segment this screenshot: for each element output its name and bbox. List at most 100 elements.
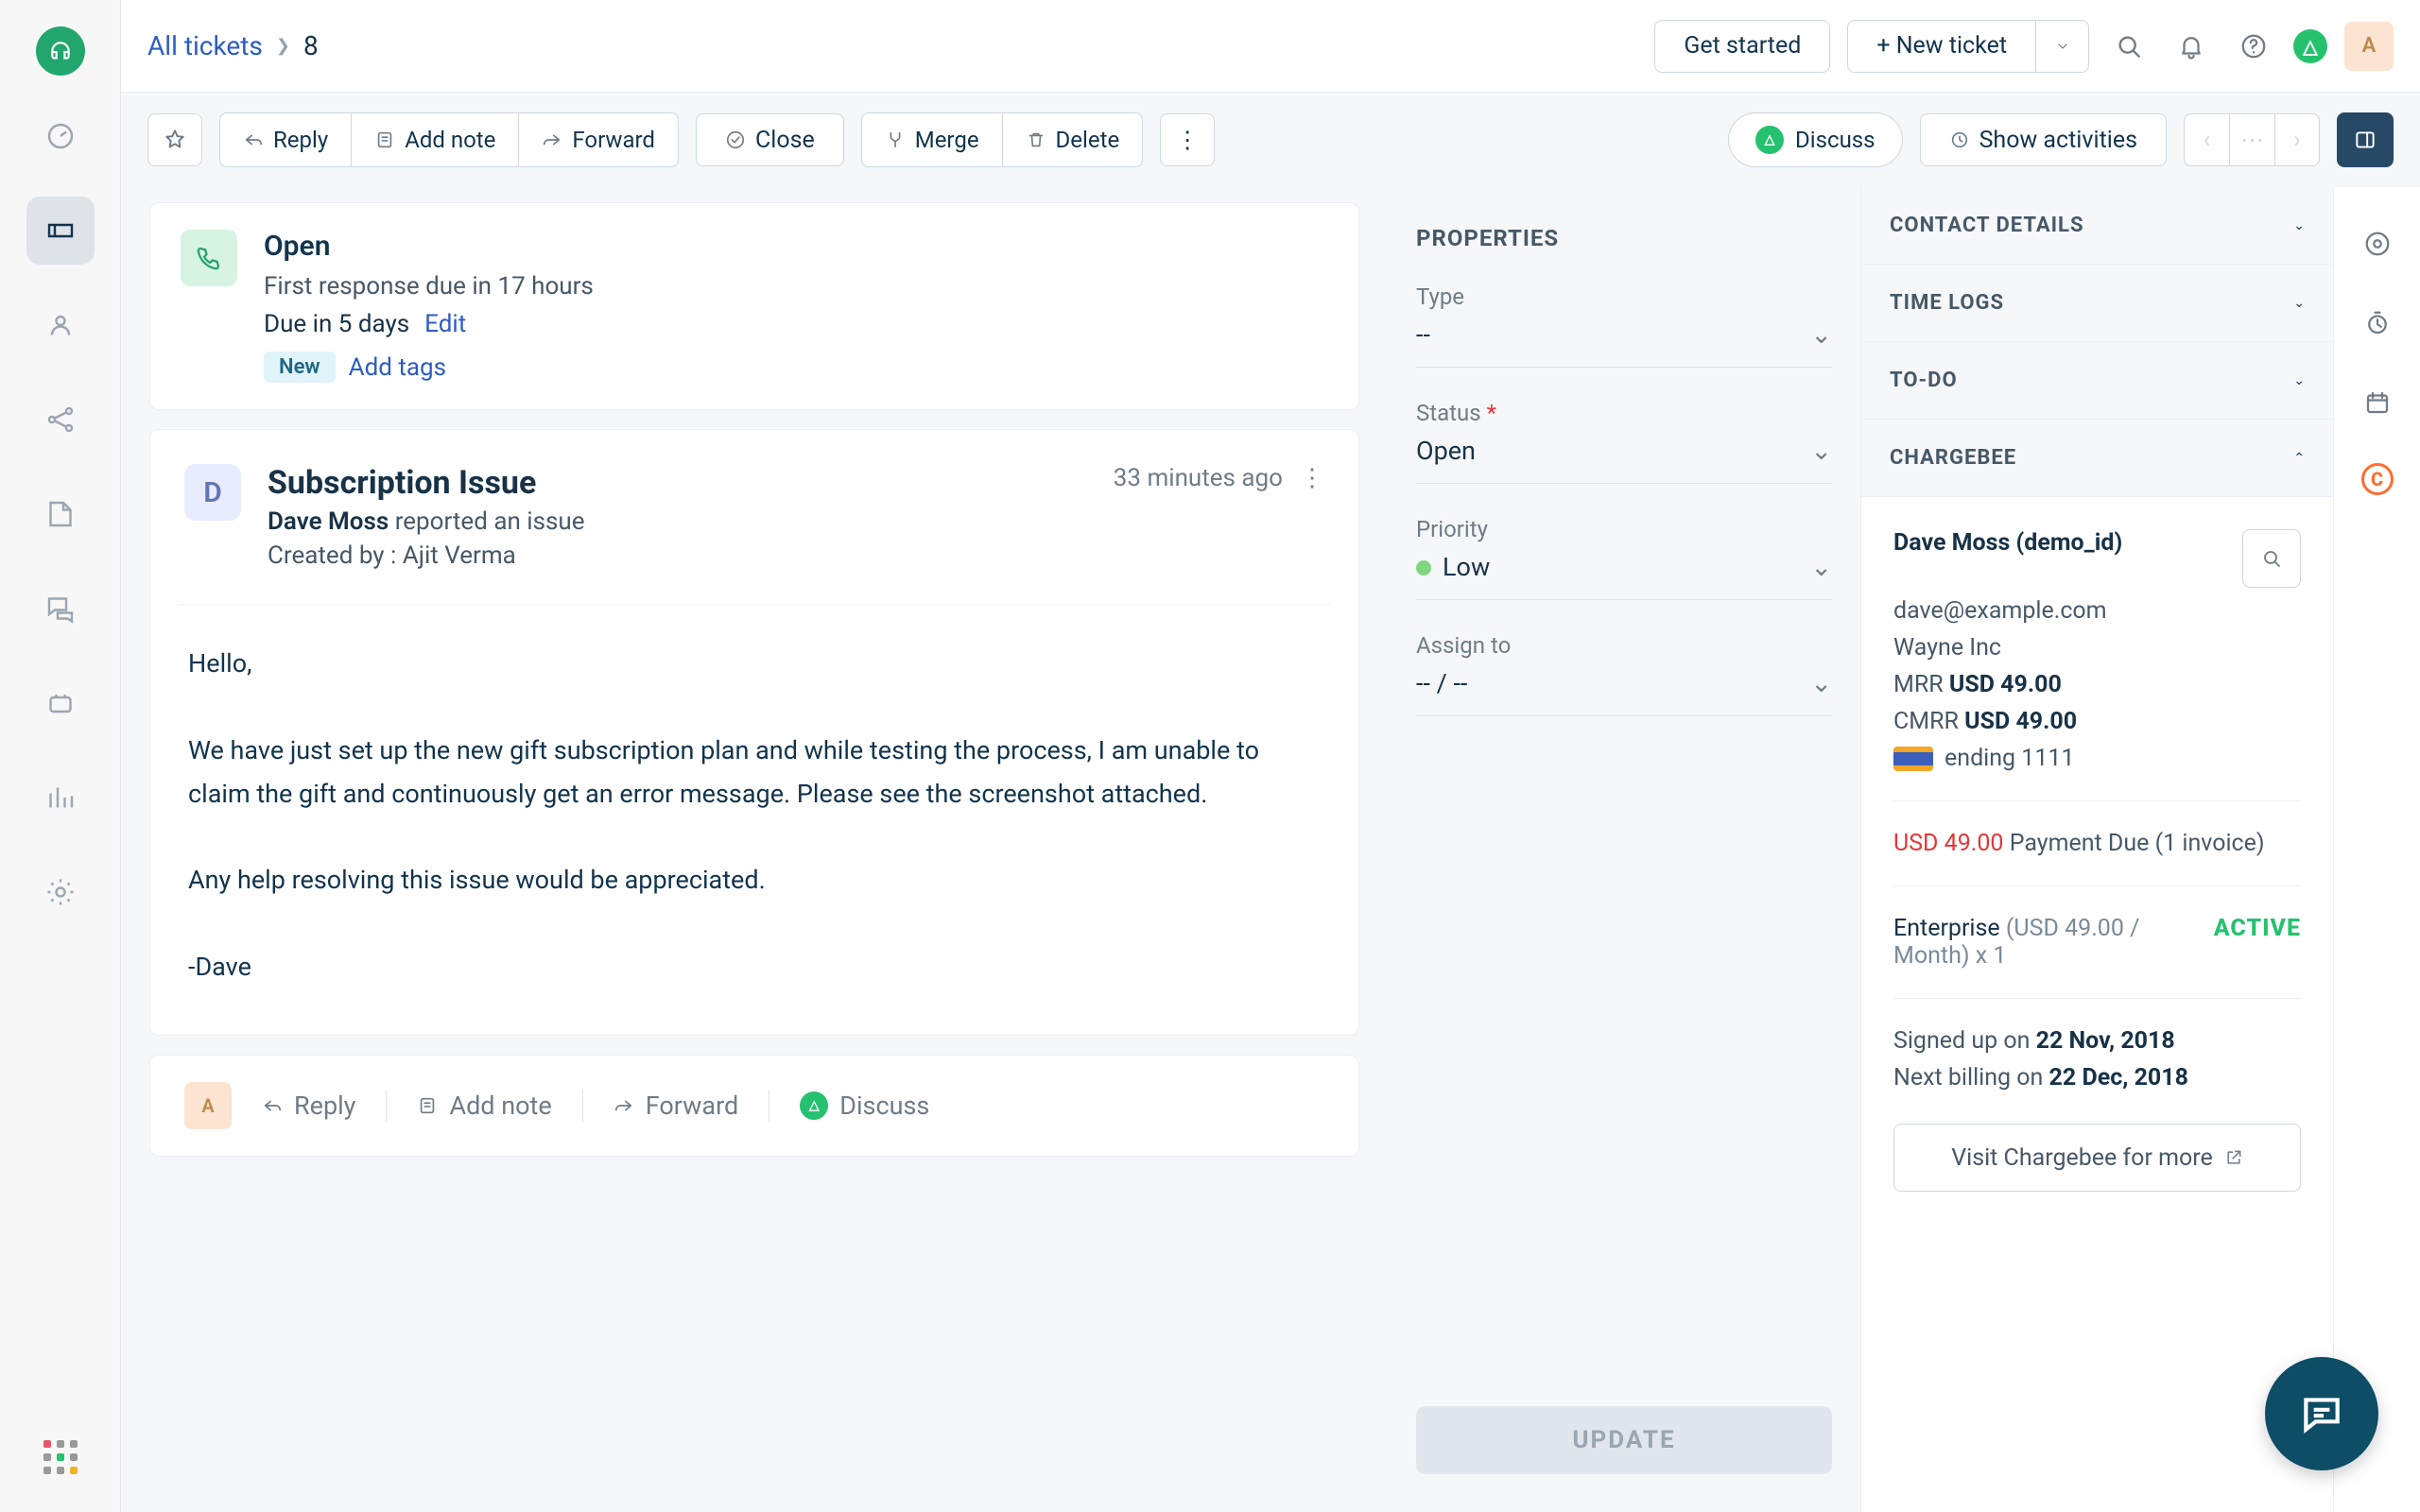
nav-chat[interactable] <box>26 575 95 643</box>
nav-tickets[interactable] <box>26 197 95 265</box>
reporter-line: Dave Moss reported an issue <box>268 507 1087 536</box>
message-card: D Subscription Issue Dave Moss reported … <box>149 429 1359 1036</box>
calendar-icon[interactable] <box>2359 384 2396 421</box>
cb-mrr: MRR USD 49.00 <box>1893 671 2301 698</box>
pager-menu-button[interactable]: ⋯ <box>2229 113 2274 166</box>
merge-label: Merge <box>915 127 979 153</box>
right-panel: CONTACT DETAILS⌄ TIME LOGS⌄ TO-DO⌄ CHARG… <box>1860 187 2333 1512</box>
breadcrumb: All tickets ❯ 8 <box>147 30 319 61</box>
show-activities-button[interactable]: Show activities <box>1920 113 2167 166</box>
discuss-label: Discuss <box>1795 127 1876 153</box>
new-ticket-button[interactable]: + New ticket <box>1847 20 2036 73</box>
assign-value: -- / -- <box>1416 668 1467 698</box>
left-nav-rail <box>0 0 121 1512</box>
nav-automation[interactable] <box>26 669 95 737</box>
message-menu-button[interactable]: ⋮ <box>1300 464 1324 492</box>
cb-search-button[interactable] <box>2242 529 2301 588</box>
chevron-down-icon[interactable]: ⌄ <box>1810 319 1832 350</box>
chevron-down-icon[interactable]: ⌄ <box>1810 552 1832 582</box>
add-note-link[interactable]: Add note <box>417 1091 551 1121</box>
collapse-sidebar-button[interactable] <box>2337 112 2394 167</box>
section-time-logs[interactable]: TIME LOGS⌄ <box>1861 265 2333 342</box>
cb-visit-button[interactable]: Visit Chargebee for more <box>1893 1124 2301 1192</box>
nav-social[interactable] <box>26 386 95 454</box>
add-tags-link[interactable]: Add tags <box>349 353 446 382</box>
chevron-down-icon[interactable]: ⌄ <box>1810 668 1832 698</box>
section-todo[interactable]: TO-DO⌄ <box>1861 342 2333 420</box>
nav-contacts[interactable] <box>26 291 95 359</box>
chevron-down-icon[interactable]: ⌄ <box>1810 436 1832 466</box>
chargebee-app-icon[interactable]: C <box>2361 463 2394 495</box>
star-button[interactable] <box>147 113 202 166</box>
nav-settings[interactable] <box>26 858 95 926</box>
status-value: Open <box>1416 436 1476 466</box>
message-body: Hello, We have just set up the new gift … <box>188 643 1321 989</box>
nav-reports[interactable] <box>26 764 95 832</box>
reply-button[interactable]: Reply <box>219 112 351 167</box>
chat-fab[interactable] <box>2265 1357 2378 1470</box>
discuss-button[interactable]: △ Discuss <box>1728 112 1903 167</box>
ticket-toolbar: Reply Add note Forward Close Merge Delet… <box>121 93 2420 187</box>
get-started-button[interactable]: Get started <box>1654 20 1830 73</box>
topbar: All tickets ❯ 8 Get started + New ticket… <box>121 0 2420 93</box>
type-value: -- <box>1416 319 1430 350</box>
field-assign[interactable]: Assign to -- / -- ⌄ <box>1416 632 1832 716</box>
priority-label: Priority <box>1416 516 1832 542</box>
discuss-link[interactable]: △Discuss <box>800 1091 929 1121</box>
notifications-button[interactable] <box>2169 24 2214 69</box>
section-chargebee-header[interactable]: CHARGEBEE⌃ <box>1861 420 2333 497</box>
visa-icon <box>1893 747 1933 771</box>
cb-next-billing: Next billing on 22 Dec, 2018 <box>1893 1064 2301 1091</box>
new-ticket-caret[interactable] <box>2036 20 2089 73</box>
delete-button[interactable]: Delete <box>1002 112 1144 167</box>
nav-solutions[interactable] <box>26 480 95 548</box>
cb-plan-row: Enterprise (USD 49.00 / Month) x 1 ACTIV… <box>1893 915 2301 970</box>
user-avatar[interactable]: A <box>2344 22 2394 71</box>
help-button[interactable] <box>2231 24 2276 69</box>
next-ticket-button[interactable]: › <box>2274 113 2320 166</box>
update-button[interactable]: UPDATE <box>1416 1406 1832 1474</box>
add-note-button[interactable]: Add note <box>351 112 518 167</box>
priority-value: Low <box>1416 552 1490 582</box>
assign-label: Assign to <box>1416 632 1832 659</box>
more-actions-button[interactable]: ⋮ <box>1160 113 1215 166</box>
properties-panel: PROPERTIES Type --⌄ Status * Open⌄ Prior… <box>1388 187 1860 1512</box>
edit-due-link[interactable]: Edit <box>424 310 466 338</box>
field-priority[interactable]: Priority Low ⌄ <box>1416 516 1832 600</box>
breadcrumb-root-link[interactable]: All tickets <box>147 30 263 61</box>
cb-email: dave@example.com <box>1893 597 2301 625</box>
cb-cmrr: CMRR USD 49.00 <box>1893 708 2301 735</box>
show-activities-label: Show activities <box>1979 127 2137 154</box>
nav-dashboard[interactable] <box>26 102 95 170</box>
timer-icon[interactable] <box>2359 304 2396 342</box>
field-type[interactable]: Type --⌄ <box>1416 284 1832 368</box>
apps-grid-icon <box>43 1440 78 1474</box>
app-rail: C <box>2333 187 2420 1512</box>
chevron-down-icon: ⌄ <box>2293 373 2305 388</box>
cb-plan-status: ACTIVE <box>2214 915 2301 970</box>
prev-ticket-button[interactable]: ‹ <box>2184 113 2229 166</box>
discuss-icon: △ <box>1755 126 1784 154</box>
merge-button[interactable]: Merge <box>861 112 1002 167</box>
search-button[interactable] <box>2106 24 2152 69</box>
chevron-right-icon: ❯ <box>276 36 290 56</box>
chevron-up-icon: ⌃ <box>2293 451 2305 466</box>
new-badge: New <box>264 352 336 383</box>
breadcrumb-ticket-id: 8 <box>303 30 319 61</box>
freshconnect-avatar[interactable]: △ <box>2293 29 2327 63</box>
section-contact-details[interactable]: CONTACT DETAILS⌄ <box>1861 187 2333 265</box>
app-switcher[interactable] <box>43 1440 78 1474</box>
reply-link[interactable]: Reply <box>262 1091 355 1121</box>
info-icon[interactable] <box>2359 225 2396 263</box>
field-status[interactable]: Status * Open⌄ <box>1416 400 1832 484</box>
created-by-line: Created by : Ajit Verma <box>268 541 1087 570</box>
close-button[interactable]: Close <box>696 113 844 166</box>
forward-button[interactable]: Forward <box>518 112 679 167</box>
cb-card: ending 1111 <box>1893 745 2301 772</box>
ticket-status-card: Open First response due in 17 hours Due … <box>149 202 1359 410</box>
forward-link[interactable]: Forward <box>614 1091 739 1121</box>
chevron-down-icon: ⌄ <box>2293 296 2305 311</box>
phone-icon <box>181 230 237 286</box>
ticket-state: Open <box>264 230 594 263</box>
chevron-down-icon: ⌄ <box>2293 218 2305 233</box>
